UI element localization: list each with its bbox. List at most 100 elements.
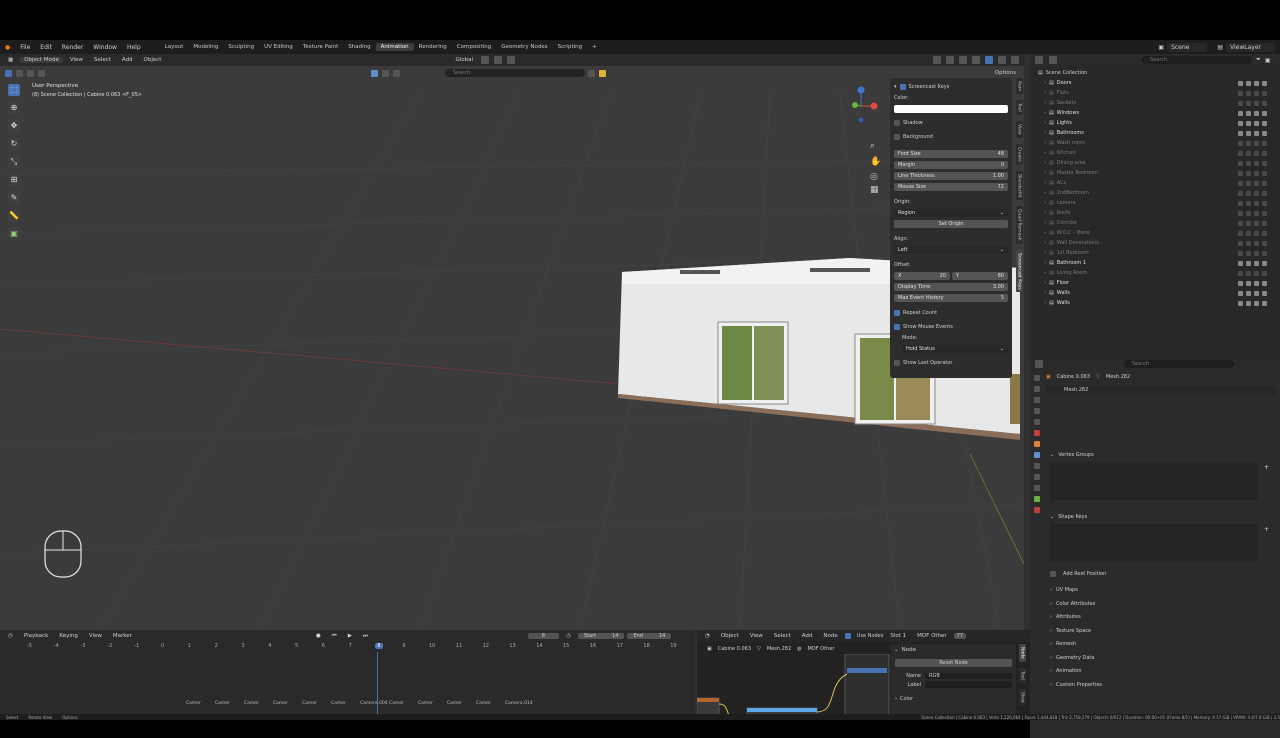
render-icon[interactable] xyxy=(1262,290,1267,296)
node-name-field[interactable]: RGB xyxy=(925,673,1012,679)
render-icon[interactable] xyxy=(1262,170,1267,176)
data-tab-icon[interactable] xyxy=(1034,496,1040,502)
expand-chevron-icon[interactable]: › xyxy=(1044,120,1046,126)
eye-icon[interactable] xyxy=(1246,260,1251,266)
visibility-toggles[interactable] xyxy=(1238,120,1267,126)
font-size-field[interactable]: Font Size 48 xyxy=(894,150,1008,158)
visibility-toggles[interactable] xyxy=(1238,160,1267,166)
visibility-toggles[interactable] xyxy=(1238,260,1267,266)
clock-icon[interactable]: ◷ xyxy=(562,633,575,639)
expand-chevron-icon[interactable]: › xyxy=(1044,250,1046,256)
render-icon[interactable] xyxy=(1262,160,1267,166)
exclude-checkbox-icon[interactable] xyxy=(1238,280,1243,286)
scene-selector[interactable]: ▣ Scene xyxy=(1153,42,1212,52)
eye-icon[interactable] xyxy=(1246,160,1251,166)
shading-wireframe-icon[interactable] xyxy=(972,56,980,64)
outliner-item[interactable]: › ▤ Bathrooms xyxy=(1030,128,1280,138)
repeat-count-checkbox[interactable] xyxy=(894,310,900,316)
expand-chevron-icon[interactable]: › xyxy=(1044,170,1046,176)
world-tab-icon[interactable] xyxy=(1034,430,1040,436)
eye-icon[interactable] xyxy=(1246,200,1251,206)
node-graph[interactable] xyxy=(697,654,897,720)
eye-icon[interactable] xyxy=(1246,110,1251,116)
record-icon[interactable]: ● xyxy=(312,633,325,639)
transform-icon[interactable]: ⊞ xyxy=(8,174,20,186)
view-icon[interactable] xyxy=(393,69,400,77)
camera-restrict-icon[interactable] xyxy=(1254,230,1259,236)
eye-icon[interactable] xyxy=(1246,130,1251,136)
measure-icon[interactable]: 📏 xyxy=(8,210,20,222)
object-type-icon[interactable] xyxy=(382,69,389,77)
outliner-item[interactable]: › ▤ Wash room xyxy=(1030,138,1280,148)
camera-restrict-icon[interactable] xyxy=(1254,110,1259,116)
outliner-item[interactable]: › ▤ ACs xyxy=(1030,178,1280,188)
expand-chevron-icon[interactable]: › xyxy=(1044,230,1046,236)
visibility-toggles[interactable] xyxy=(1238,240,1267,246)
material-users-count[interactable]: 77 xyxy=(953,633,967,639)
eye-icon[interactable] xyxy=(1246,150,1251,156)
render-icon[interactable] xyxy=(1262,100,1267,106)
exclude-checkbox-icon[interactable] xyxy=(1238,250,1243,256)
outliner-item[interactable]: › ▤ Walls xyxy=(1030,298,1280,308)
expand-chevron-icon[interactable]: › xyxy=(1044,200,1046,206)
exclude-checkbox-icon[interactable] xyxy=(1238,110,1243,116)
render-icon[interactable] xyxy=(1262,150,1267,156)
visibility-toggles[interactable] xyxy=(1238,300,1267,306)
tab-item[interactable]: Item xyxy=(1015,78,1023,95)
exclude-checkbox-icon[interactable] xyxy=(1238,290,1243,296)
select-mode-invert-icon[interactable] xyxy=(38,69,45,77)
camera-restrict-icon[interactable] xyxy=(1254,130,1259,136)
timeline-ruler[interactable]: -5 -4 -3 -2 -1 0 1 2 3 4 5 6 7 8 9 10 11 12 13 14 15 16 17 18 19 xyxy=(0,642,695,652)
outliner-item[interactable]: › ▤ Windows xyxy=(1030,108,1280,118)
jump-end-icon[interactable]: ⏭ xyxy=(359,633,372,640)
current-frame-field[interactable]: 8 xyxy=(527,633,560,639)
funnel-icon[interactable] xyxy=(588,69,595,77)
set-origin-button[interactable]: Set Origin xyxy=(894,220,1008,228)
add-rest-position-option[interactable]: Add Rest Position xyxy=(1050,569,1106,579)
expand-chevron-icon[interactable]: › xyxy=(1044,90,1046,96)
camera-restrict-icon[interactable] xyxy=(1254,90,1259,96)
render-icon[interactable] xyxy=(1262,230,1267,236)
display-time-field[interactable]: Display Time 3.00 xyxy=(894,283,1008,291)
render-icon[interactable] xyxy=(1262,190,1267,196)
section-color-attributes[interactable]: › Color Attributes xyxy=(1050,599,1095,609)
menu-file[interactable]: File xyxy=(15,44,35,51)
camera-marker[interactable]: Camer xyxy=(215,701,230,706)
eye-icon[interactable] xyxy=(1246,90,1251,96)
menu-window[interactable]: Window xyxy=(88,44,122,51)
exclude-checkbox-icon[interactable] xyxy=(1238,190,1243,196)
visibility-toggles[interactable] xyxy=(1238,230,1267,236)
expand-chevron-icon[interactable]: › xyxy=(1044,180,1046,186)
eye-icon[interactable] xyxy=(1246,120,1251,126)
exclude-checkbox-icon[interactable] xyxy=(1238,220,1243,226)
camera-restrict-icon[interactable] xyxy=(1254,300,1259,306)
tool-tab-icon[interactable] xyxy=(1034,375,1040,381)
exclude-checkbox-icon[interactable] xyxy=(1238,160,1243,166)
display-mode-icon[interactable] xyxy=(1049,56,1057,64)
eye-icon[interactable] xyxy=(1246,80,1251,86)
eye-icon[interactable] xyxy=(1246,180,1251,186)
render-icon[interactable] xyxy=(1262,90,1267,96)
expand-chevron-icon[interactable]: › xyxy=(1044,220,1046,226)
visibility-toggles[interactable] xyxy=(1238,200,1267,206)
tab-tool[interactable]: Tool xyxy=(1015,100,1023,115)
menu-view[interactable]: View xyxy=(746,633,767,639)
workspace-tab-sculpting[interactable]: Sculpting xyxy=(223,43,259,51)
menu-keying[interactable]: Keying xyxy=(55,633,81,639)
tab-screencast-keys[interactable]: Screencast Keys xyxy=(1015,249,1023,293)
exclude-checkbox-icon[interactable] xyxy=(1238,300,1243,306)
visibility-toggles[interactable] xyxy=(1238,80,1267,86)
expand-chevron-icon[interactable]: › xyxy=(1044,260,1046,266)
menu-select[interactable]: Select xyxy=(770,633,795,639)
offset-y-field[interactable]: Y 80 xyxy=(952,272,1008,280)
gizmo-toggle-icon[interactable] xyxy=(933,56,941,64)
eye-icon[interactable] xyxy=(1246,240,1251,246)
section-geometry-data[interactable]: › Geometry Data xyxy=(1050,653,1094,663)
outliner-item[interactable]: › ▤ Walls xyxy=(1030,288,1280,298)
render-icon[interactable] xyxy=(1262,80,1267,86)
outliner-item[interactable]: › ▤ Kitchen xyxy=(1030,148,1280,158)
render-icon[interactable] xyxy=(1262,300,1267,306)
camera-marker[interactable]: Camer xyxy=(244,701,259,706)
render-icon[interactable] xyxy=(1262,220,1267,226)
visibility-toggles[interactable] xyxy=(1238,150,1267,156)
